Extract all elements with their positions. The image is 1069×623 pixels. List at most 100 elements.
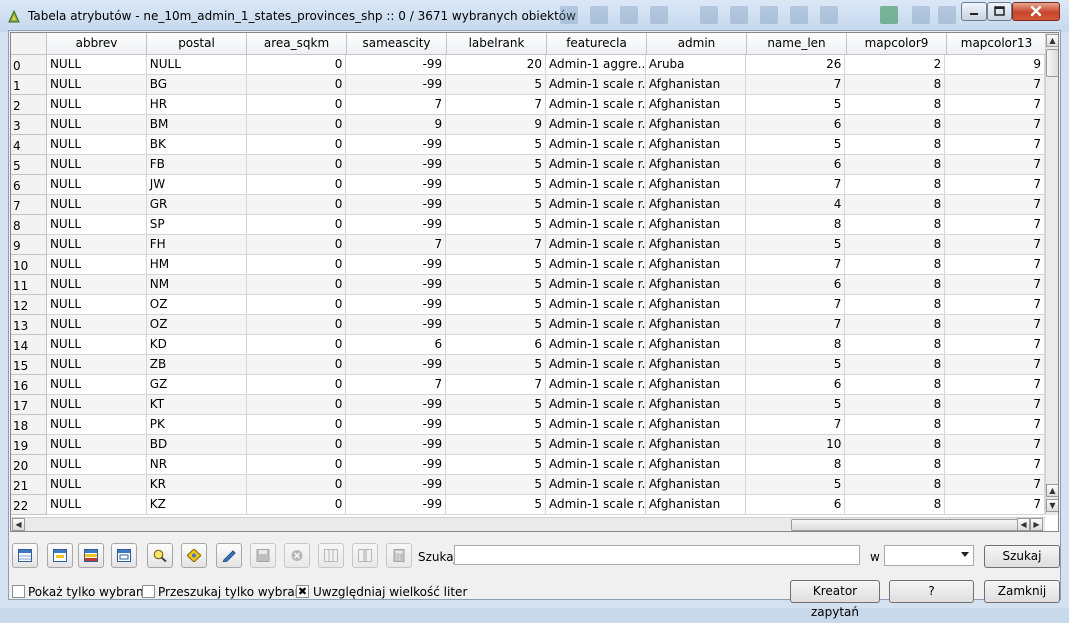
invert-selection-button[interactable]: [78, 543, 104, 568]
table-cell[interactable]: 7: [745, 255, 846, 275]
table-cell[interactable]: 9: [346, 115, 447, 135]
table-cell[interactable]: 7: [945, 375, 1046, 395]
table-cell[interactable]: 5: [446, 475, 546, 495]
table-cell[interactable]: 0: [246, 215, 347, 235]
table-cell[interactable]: BK: [146, 135, 247, 155]
table-cell[interactable]: 7: [745, 175, 846, 195]
table-cell[interactable]: NULL: [46, 415, 147, 435]
close-button[interactable]: Zamknij: [984, 580, 1060, 603]
table-cell[interactable]: NULL: [46, 75, 147, 95]
row-header[interactable]: 16: [11, 375, 47, 395]
table-cell[interactable]: Afghanistan: [645, 195, 746, 215]
table-cell[interactable]: Admin-1 scale r...: [546, 475, 646, 495]
table-cell[interactable]: 7: [945, 275, 1046, 295]
table-cell[interactable]: Afghanistan: [645, 155, 746, 175]
table-cell[interactable]: 5: [446, 215, 546, 235]
table-cell[interactable]: Admin-1 scale r...: [546, 435, 646, 455]
table-cell[interactable]: PK: [146, 415, 247, 435]
toggle-editing-button[interactable]: [216, 543, 242, 568]
table-cell[interactable]: Afghanistan: [645, 475, 746, 495]
table-cell[interactable]: NULL: [46, 455, 147, 475]
vertical-scroll-thumb[interactable]: [1046, 49, 1058, 77]
table-cell[interactable]: 9: [945, 55, 1046, 75]
table-row[interactable]: 12 NULL OZ 0 -99 5 Admin-1 scale r... Afghanist…: [11, 295, 1046, 315]
table-cell[interactable]: 0: [246, 355, 347, 375]
column-header-featurecla[interactable]: featurecla: [547, 33, 647, 55]
column-header-name_len[interactable]: name_len: [747, 33, 847, 55]
delete-column-button[interactable]: [352, 543, 378, 568]
table-cell[interactable]: Afghanistan: [645, 355, 746, 375]
table-cell[interactable]: Afghanistan: [645, 75, 746, 95]
table-cell[interactable]: -99: [346, 435, 447, 455]
table-cell[interactable]: 0: [246, 295, 347, 315]
table-cell[interactable]: 7: [945, 435, 1046, 455]
table-cell[interactable]: Admin-1 scale r...: [546, 375, 646, 395]
table-cell[interactable]: 8: [845, 455, 946, 475]
table-cell[interactable]: KD: [146, 335, 247, 355]
row-header[interactable]: 7: [11, 195, 47, 215]
table-cell[interactable]: BM: [146, 115, 247, 135]
field-calculator-button[interactable]: [386, 543, 412, 568]
table-cell[interactable]: NULL: [46, 355, 147, 375]
table-cell[interactable]: 0: [246, 195, 347, 215]
table-cell[interactable]: NULL: [46, 195, 147, 215]
table-cell[interactable]: Admin-1 scale r...: [546, 295, 646, 315]
table-cell[interactable]: Afghanistan: [645, 335, 746, 355]
table-cell[interactable]: Admin-1 scale r...: [546, 95, 646, 115]
table-row[interactable]: 18 NULL PK 0 -99 5 Admin-1 scale r... Afghanist…: [11, 415, 1046, 435]
table-cell[interactable]: 0: [246, 155, 347, 175]
table-cell[interactable]: 6: [446, 335, 546, 355]
table-cell[interactable]: -99: [346, 75, 447, 95]
table-cell[interactable]: NULL: [46, 275, 147, 295]
scroll-left-button[interactable]: ◀: [1017, 518, 1030, 531]
table-cell[interactable]: Admin-1 scale r...: [546, 115, 646, 135]
table-cell[interactable]: 7: [945, 115, 1046, 135]
scroll-left-button[interactable]: ◀: [12, 518, 25, 531]
table-cell[interactable]: Admin-1 scale r...: [546, 255, 646, 275]
row-header[interactable]: 3: [11, 115, 47, 135]
table-cell[interactable]: 5: [446, 255, 546, 275]
table-corner[interactable]: [11, 33, 47, 55]
table-cell[interactable]: 8: [745, 455, 846, 475]
table-cell[interactable]: NULL: [46, 95, 147, 115]
table-cell[interactable]: Admin-1 scale r...: [546, 455, 646, 475]
table-cell[interactable]: 8: [845, 295, 946, 315]
table-cell[interactable]: 5: [745, 355, 846, 375]
table-cell[interactable]: 8: [745, 215, 846, 235]
table-cell[interactable]: 7: [945, 455, 1046, 475]
table-cell[interactable]: NULL: [146, 55, 247, 75]
table-cell[interactable]: 7: [745, 415, 846, 435]
table-cell[interactable]: NULL: [46, 315, 147, 335]
row-header[interactable]: 11: [11, 275, 47, 295]
table-cell[interactable]: 5: [446, 75, 546, 95]
table-cell[interactable]: NULL: [46, 395, 147, 415]
table-cell[interactable]: -99: [346, 415, 447, 435]
table-row[interactable]: 8 NULL SP 0 -99 5 Admin-1 scale r... Afghanista…: [11, 215, 1046, 235]
table-cell[interactable]: -99: [346, 155, 447, 175]
table-cell[interactable]: 8: [845, 275, 946, 295]
table-cell[interactable]: 7: [945, 95, 1046, 115]
table-cell[interactable]: 5: [446, 175, 546, 195]
table-cell[interactable]: 6: [745, 115, 846, 135]
table-cell[interactable]: 7: [945, 155, 1046, 175]
table-cell[interactable]: SP: [146, 215, 247, 235]
scroll-up-button[interactable]: ▲: [1046, 34, 1058, 47]
table-cell[interactable]: -99: [346, 255, 447, 275]
table-cell[interactable]: Afghanistan: [645, 95, 746, 115]
column-header-sameascity[interactable]: sameascity: [347, 33, 447, 55]
table-cell[interactable]: KT: [146, 395, 247, 415]
table-cell[interactable]: 0: [246, 315, 347, 335]
column-header-mapcolor9[interactable]: mapcolor9: [847, 33, 947, 55]
table-row[interactable]: 19 NULL BD 0 -99 5 Admin-1 scale r... Afghanist…: [11, 435, 1046, 455]
table-cell[interactable]: FH: [146, 235, 247, 255]
title-bar[interactable]: Tabela atrybutów - ne_10m_admin_1_states…: [0, 0, 1069, 32]
table-cell[interactable]: 0: [246, 95, 347, 115]
vertical-scrollbar[interactable]: ▲ ▲ ▼: [1045, 33, 1058, 515]
table-cell[interactable]: HM: [146, 255, 247, 275]
table-cell[interactable]: Afghanistan: [645, 395, 746, 415]
table-cell[interactable]: 4: [745, 195, 846, 215]
scroll-right-button[interactable]: ▶: [1030, 518, 1043, 531]
table-cell[interactable]: Admin-1 scale r...: [546, 315, 646, 335]
table-cell[interactable]: Afghanistan: [645, 255, 746, 275]
table-cell[interactable]: 6: [745, 155, 846, 175]
